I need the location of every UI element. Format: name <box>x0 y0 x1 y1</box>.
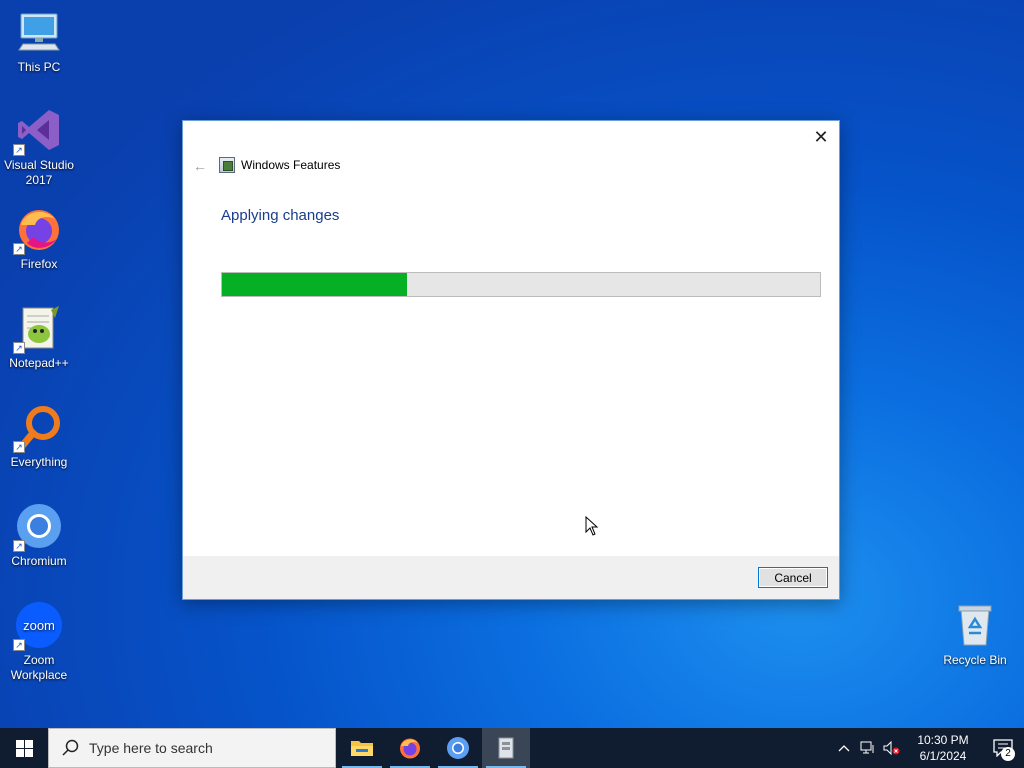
clock-date: 6/1/2024 <box>919 749 967 763</box>
windows-features-icon <box>498 737 514 759</box>
system-tray: 10:30 PM 6/1/2024 2 <box>832 728 1024 768</box>
clock-time: 10:30 PM <box>917 733 969 747</box>
action-center-button[interactable]: 2 <box>982 728 1024 768</box>
windows-features-dialog: ✕ ← Windows Features Applying changes Ca… <box>182 120 840 600</box>
mouse-cursor-icon <box>585 516 599 536</box>
desktop-icon-label: Chromium <box>11 554 67 568</box>
shortcut-arrow-icon: ↗ <box>13 144 25 156</box>
progress-bar-fill <box>222 273 408 296</box>
back-arrow-icon: ← <box>193 158 207 174</box>
firefox-icon <box>400 738 420 759</box>
everything-search-icon: ↗ <box>13 403 63 453</box>
start-button[interactable] <box>0 728 48 768</box>
chevron-up-icon[interactable] <box>832 728 856 768</box>
desktop-icon-everything[interactable]: ↗ Everything <box>0 403 78 470</box>
zoom-icon: zoom ↗ <box>13 601 63 651</box>
taskbar: 10:30 PM 6/1/2024 2 <box>0 728 1024 768</box>
dialog-title-bar: Windows Features <box>219 157 340 173</box>
taskbar-app-windows-features[interactable] <box>482 728 530 768</box>
computer-icon <box>15 8 63 56</box>
desktop-icon-label: Zoom Workplace <box>10 653 68 682</box>
firefox-icon: ↗ <box>13 205 63 255</box>
taskbar-app-firefox[interactable] <box>386 728 434 768</box>
search-input[interactable] <box>89 740 309 756</box>
zoom-logo-text: zoom <box>23 618 55 633</box>
desktop-icon-firefox[interactable]: ↗ Firefox <box>0 205 78 272</box>
shortcut-arrow-icon: ↗ <box>13 441 25 453</box>
close-icon: ✕ <box>813 127 829 147</box>
taskbar-app-file-explorer[interactable] <box>338 728 386 768</box>
desktop-icon-label: Everything <box>10 455 68 469</box>
back-button[interactable]: ← <box>191 157 209 175</box>
visual-studio-icon: ↗ <box>13 106 63 156</box>
recycle-bin-icon <box>951 601 999 649</box>
desktop-icon-recycle-bin[interactable]: Recycle Bin <box>936 601 1014 668</box>
folder-icon <box>351 741 373 756</box>
progress-bar <box>221 272 821 297</box>
shortcut-arrow-icon: ↗ <box>13 540 25 552</box>
desktop-icon-label: Recycle Bin <box>943 653 1007 667</box>
desktop-icon-label: Notepad++ <box>9 356 69 370</box>
desktop-icon-chromium[interactable]: ↗ Chromium <box>0 502 78 569</box>
desktop-icon-zoom[interactable]: zoom ↗ Zoom Workplace <box>0 601 78 683</box>
desktop-icon-label: Visual Studio 2017 <box>4 158 74 187</box>
dialog-title: Windows Features <box>241 158 341 172</box>
windows-features-icon <box>219 157 235 173</box>
cancel-button[interactable]: Cancel <box>758 567 828 588</box>
dialog-footer: Cancel <box>183 556 839 599</box>
search-icon <box>62 739 79 756</box>
chromium-icon <box>447 737 469 759</box>
desktop-icon-notepadpp[interactable]: ↗ Notepad++ <box>0 304 78 371</box>
close-button[interactable]: ✕ <box>809 125 833 149</box>
notepadpp-icon: ↗ <box>13 304 63 354</box>
desktop-icon-visual-studio[interactable]: ↗ Visual Studio 2017 <box>0 106 78 188</box>
shortcut-arrow-icon: ↗ <box>13 639 25 651</box>
network-icon[interactable] <box>856 728 880 768</box>
shortcut-arrow-icon: ↗ <box>13 342 25 354</box>
taskbar-clock[interactable]: 10:30 PM 6/1/2024 <box>904 732 982 764</box>
desktop-icon-label: Firefox <box>20 257 58 271</box>
desktop-icon-label: This PC <box>17 60 61 74</box>
taskbar-app-chromium[interactable] <box>434 728 482 768</box>
status-heading: Applying changes <box>221 207 340 224</box>
desktop-icon-this-pc[interactable]: This PC <box>0 8 78 75</box>
shortcut-arrow-icon: ↗ <box>13 243 25 255</box>
volume-muted-icon[interactable] <box>880 728 904 768</box>
taskbar-search-box[interactable] <box>48 728 336 768</box>
windows-logo-icon <box>15 739 33 757</box>
notification-count-badge: 2 <box>1001 747 1015 761</box>
chromium-icon: ↗ <box>13 502 63 552</box>
